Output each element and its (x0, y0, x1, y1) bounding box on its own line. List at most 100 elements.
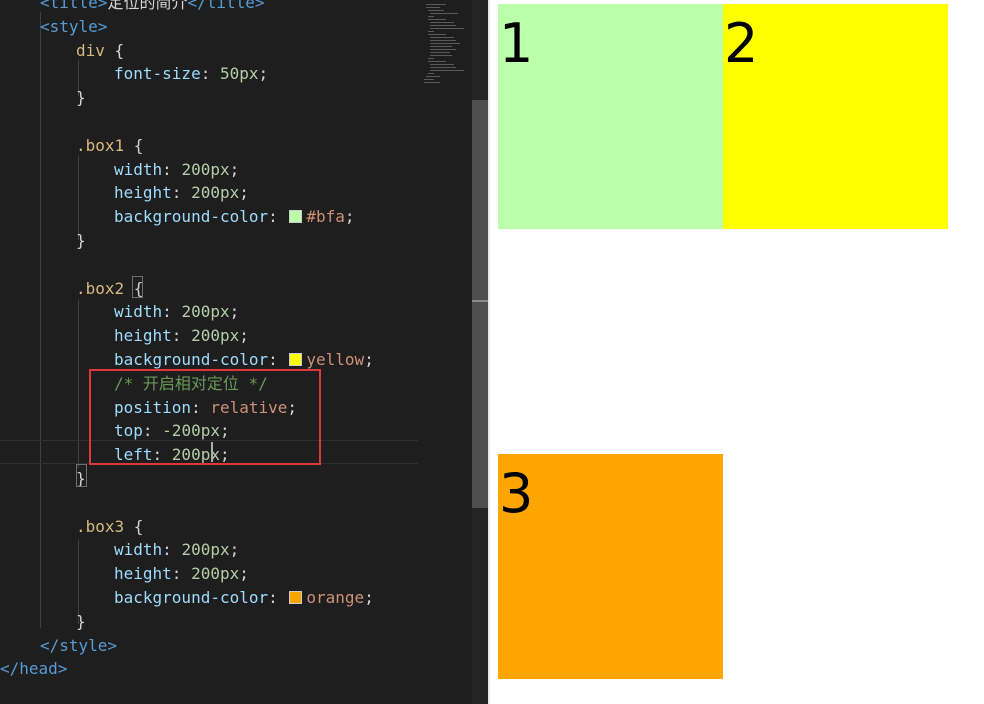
code-line[interactable]: .box1 { (76, 134, 143, 158)
code-token: .box3 (76, 516, 125, 536)
minimap-line (430, 25, 456, 26)
color-swatch-icon[interactable] (289, 210, 303, 224)
code-token: ; (229, 302, 240, 322)
color-swatch-icon[interactable] (289, 591, 303, 604)
minimap-line (428, 19, 446, 20)
code-token: </title> (187, 0, 265, 12)
code-token: ; (239, 326, 249, 346)
code-line[interactable]: } (76, 610, 86, 634)
code-token: : (268, 207, 288, 227)
code-token: ; (239, 183, 249, 203)
code-line[interactable]: div { (76, 39, 124, 63)
minimap-line (430, 46, 452, 47)
minimap-line (428, 34, 446, 35)
scrollbar-thumb[interactable] (472, 100, 488, 508)
minimap-line (428, 16, 434, 17)
code-token: height (114, 183, 172, 203)
minimap-line (430, 55, 452, 56)
code-token: : (162, 302, 182, 322)
minimap-line (430, 22, 454, 23)
code-token: 50px (219, 64, 259, 84)
code-token: width (114, 302, 163, 322)
box2: 2 (723, 4, 948, 229)
code-token: 200px (181, 159, 230, 179)
code-token: </style> (40, 635, 118, 655)
code-token: ; (239, 564, 249, 584)
code-line[interactable]: height: 200px; (114, 324, 249, 348)
minimap-line (430, 64, 454, 65)
annotation-highlight-box (89, 369, 321, 465)
code-token: { (124, 516, 144, 536)
box1: 1 (498, 4, 723, 229)
code-token: 200px (181, 540, 230, 560)
code-line[interactable]: } (76, 86, 86, 110)
code-line[interactable]: height: 200px; (114, 562, 249, 586)
code-token: 定位的简介 (107, 0, 188, 12)
code-token: <style> (40, 16, 108, 36)
minimap-line (430, 52, 450, 53)
code-line[interactable]: </head> (0, 657, 67, 681)
code-token: .box1 (76, 135, 125, 155)
code-line[interactable]: width: 200px; (114, 538, 239, 562)
minimap-line (428, 10, 444, 11)
minimap-line (424, 82, 440, 83)
color-swatch-icon[interactable] (289, 353, 303, 366)
minimap-line (430, 28, 464, 29)
code-token: <title> (40, 0, 108, 12)
code-token: : (162, 540, 182, 560)
minimap-line (430, 67, 456, 68)
code-token: 200px (191, 183, 240, 203)
minimap-line (426, 7, 440, 8)
minimap-line (428, 58, 434, 59)
minimap-line (428, 73, 434, 74)
code-token: } (76, 611, 86, 631)
code-line[interactable]: </style> (40, 634, 117, 658)
code-token: background-color (114, 588, 269, 607)
code-token: height (114, 326, 172, 346)
minimap-line (430, 70, 464, 71)
box2-label: 2 (724, 12, 759, 75)
box1-label: 1 (499, 12, 534, 75)
text-cursor (211, 442, 213, 462)
code-token: width (114, 540, 163, 560)
code-line[interactable]: background-color: orange; (114, 586, 374, 610)
minimap-line (424, 79, 434, 80)
code-token: : (200, 64, 220, 84)
code-token: : (268, 350, 288, 369)
pane-divider[interactable] (488, 0, 490, 704)
code-token: orange (306, 588, 365, 607)
indent-guide (78, 156, 79, 240)
minimap-line (430, 43, 460, 44)
bracket-match-open (132, 276, 143, 298)
code-token: background-color (114, 207, 269, 227)
code-line[interactable]: width: 200px; (114, 300, 239, 324)
code-token: width (114, 159, 163, 179)
code-token: } (76, 88, 86, 108)
code-token: ; (364, 588, 374, 607)
code-token: </head> (0, 659, 68, 679)
box3-label: 3 (499, 462, 534, 525)
code-line[interactable]: width: 200px; (114, 158, 239, 182)
code-line[interactable]: background-color: #bfa; (114, 205, 355, 229)
code-editor[interactable]: <title>定位的简介</title> <style> div {font-siz… (0, 0, 418, 704)
code-line[interactable]: <style> (40, 15, 107, 39)
code-line[interactable]: font-size: 50px; (114, 62, 268, 86)
scrollbar-position-marker (472, 300, 488, 302)
code-line[interactable]: height: 200px; (114, 181, 249, 205)
box3: 3 (498, 454, 723, 679)
code-line[interactable]: .box3 { (76, 515, 143, 539)
code-line[interactable]: <title>定位的简介</title> (40, 0, 265, 15)
code-token: ; (229, 540, 240, 560)
code-token: yellow (306, 350, 365, 369)
code-token: { (124, 135, 144, 155)
code-token: 200px (191, 326, 240, 346)
minimap-line (428, 31, 434, 32)
code-token: : (268, 588, 288, 607)
code-token: font-size (114, 64, 201, 84)
code-line[interactable]: } (76, 229, 86, 253)
minimap-line (430, 37, 454, 38)
code-token: { (104, 40, 125, 60)
minimap[interactable] (418, 0, 472, 704)
code-token: .box2 (76, 278, 125, 298)
code-token: height (114, 564, 172, 584)
